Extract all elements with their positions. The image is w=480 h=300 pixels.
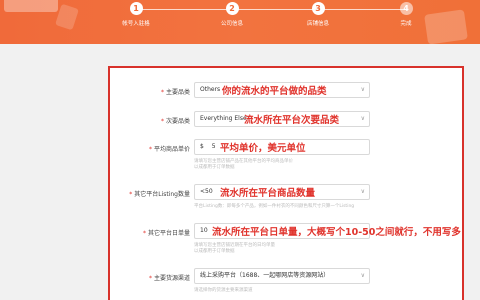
listing-count-label: * 其它平台Listing数量 (129, 191, 190, 198)
step-label: 店铺信息 (306, 21, 329, 27)
avg-price-annotation: 平均单价，美元单位 (220, 143, 306, 154)
sub-category-label: * 次要品类 (160, 118, 190, 125)
chevron-down-icon: ∨ (360, 115, 365, 122)
main-category-label: * 主要品类 (160, 89, 190, 96)
main-category-annotation: 你的流水的平台做的品类 (222, 86, 327, 97)
banner-decoration (55, 3, 79, 31)
step-4: 4 完成 (366, 2, 446, 27)
chevron-down-icon: ∨ (360, 188, 365, 195)
supply-channel-select[interactable]: 线上采购平台（1688、一起哪网店等资源网站） ∨ (194, 268, 370, 284)
sub-category-annotation: 流水所在平台次要品类 (244, 115, 340, 126)
step-label: 完成 (400, 21, 412, 27)
step-1: 1 帐号入驻格 (96, 2, 176, 27)
avg-price-hint-2: 以成都用于订单数据 (194, 165, 235, 170)
chevron-down-icon: ∨ (360, 272, 365, 279)
listing-count-annotation: 流水所在平台商品数量 (220, 188, 316, 199)
step-number: 1 (129, 2, 143, 15)
step-label: 帐号入驻格 (122, 21, 150, 27)
supply-channel-label: * 主要货源渠道 (148, 275, 190, 282)
chevron-down-icon: ∨ (360, 86, 365, 93)
daily-orders-hint-2: 以成都用于订单数据 (194, 249, 235, 254)
daily-orders-label: * 其它平台日单量 (142, 230, 190, 237)
store-info-form: * 主要品类 Others ∨ 你的流水的平台做的品类 * 次要品类 Everyth… (108, 66, 464, 300)
step-3: 3 店铺信息 (278, 2, 358, 27)
step-number: 4 (399, 2, 413, 15)
step-number: 2 (225, 2, 239, 15)
daily-orders-annotation: 流水所在平台日单量，大概写个10-50之间就行，不用写多 (212, 227, 461, 238)
avg-price-label: * 平均商品单价 (148, 146, 190, 153)
step-label: 公司信息 (220, 21, 243, 27)
currency-symbol: $ (200, 143, 204, 150)
header-banner: 1 帐号入驻格 2 公司信息 3 店铺信息 4 完成 (0, 0, 480, 44)
step-number: 3 (311, 2, 325, 15)
banner-decoration (4, 0, 58, 12)
listing-count-hint: 平台Listing数：即每多个产品，例如一件衬衣的不同颜色和尺寸只算一个List… (194, 204, 355, 209)
step-2: 2 公司信息 (192, 2, 272, 27)
supply-channel-hint: 请选择你的货源主要来源渠道 (194, 288, 253, 293)
